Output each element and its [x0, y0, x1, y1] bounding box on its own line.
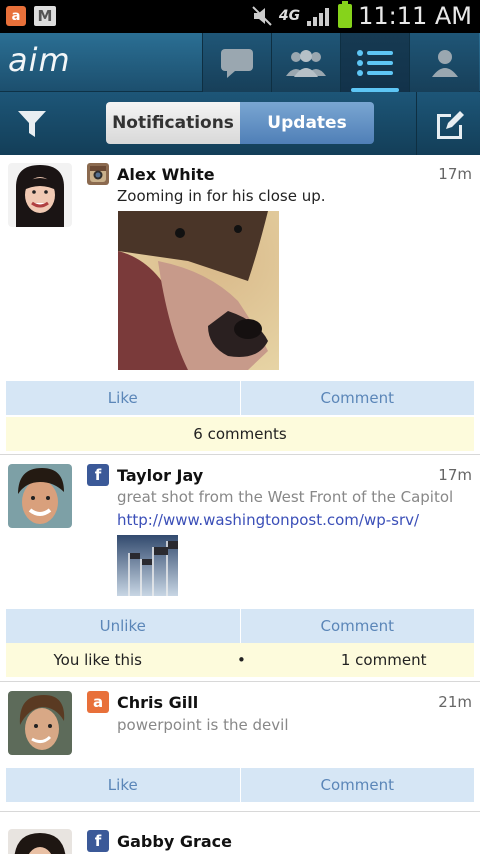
feed-item: f Taylor Jay 17m great shot from the Wes… [0, 455, 480, 682]
aim-service-icon: a [87, 691, 109, 713]
post-meta: You like this • 1 comment [6, 643, 474, 677]
compose-button[interactable] [416, 92, 480, 155]
comments-count[interactable]: 1 comment [341, 651, 427, 669]
feed-item: Alex White 17m Zooming in for his close … [0, 155, 480, 455]
gmail-notification-icon: M [34, 6, 56, 26]
author-name[interactable]: Alex White [117, 165, 215, 184]
nav-chats-button[interactable] [202, 33, 271, 92]
post-actions: Like Comment [6, 381, 474, 415]
avatar[interactable] [8, 829, 72, 854]
author-name[interactable]: Taylor Jay [117, 466, 203, 485]
updates-feed: Alex White 17m Zooming in for his close … [0, 155, 480, 854]
chat-icon [221, 48, 253, 78]
comment-button[interactable]: Comment [239, 381, 475, 415]
post-time: 21m [438, 693, 472, 711]
comments-count[interactable]: 6 comments [6, 417, 474, 451]
list-icon [357, 49, 393, 76]
post-link[interactable]: http://www.washingtonpost.com/wp-srv/ [117, 511, 419, 529]
post-photo[interactable] [118, 211, 279, 370]
nav-profile-button[interactable] [409, 33, 479, 92]
like-status[interactable]: You like this [54, 651, 142, 669]
avatar[interactable] [8, 691, 72, 755]
like-button[interactable]: Like [6, 381, 240, 415]
sub-toolbar: Notifications Updates [0, 92, 480, 155]
post-text: great shot from the West Front of the Ca… [117, 488, 454, 506]
post-actions: Like Comment [6, 768, 474, 802]
aim-notification-icon: a [6, 6, 26, 26]
post-text: powerpoint is the devil [117, 716, 289, 734]
post-time: 17m [438, 466, 472, 484]
profile-icon [431, 49, 458, 77]
signal-icon [307, 8, 330, 26]
clock: 11:11 AM [358, 2, 472, 30]
post-time: 17m [438, 165, 472, 183]
comment-button[interactable]: Comment [239, 768, 475, 802]
unlike-button[interactable]: Unlike [6, 609, 240, 643]
filter-button[interactable] [0, 92, 64, 155]
status-bar: a M 4G 11:11 AM [0, 0, 480, 33]
network-type: 4G [278, 8, 301, 24]
instagram-icon [87, 163, 109, 185]
feed-tabs: Notifications Updates [106, 102, 374, 144]
filter-icon [18, 110, 46, 137]
nav-buddies-button[interactable] [271, 33, 340, 92]
mute-icon [252, 6, 272, 26]
meta-separator: • [237, 651, 246, 669]
compose-icon [436, 110, 464, 139]
battery-icon [338, 1, 353, 28]
post-text: Zooming in for his close up. [117, 187, 326, 205]
author-name[interactable]: Gabby Grace [117, 832, 232, 851]
tab-updates[interactable]: Updates [240, 102, 374, 144]
nav-updates-button[interactable] [340, 33, 409, 92]
feed-item: f Gabby Grace [0, 812, 480, 854]
tab-notifications[interactable]: Notifications [106, 102, 240, 144]
like-button[interactable]: Like [6, 768, 240, 802]
post-actions: Unlike Comment [6, 609, 474, 643]
avatar[interactable] [8, 464, 72, 528]
aim-logo: aim [8, 41, 71, 79]
facebook-icon: f [87, 464, 109, 486]
buddies-icon [286, 49, 326, 77]
author-name[interactable]: Chris Gill [117, 693, 198, 712]
facebook-icon: f [87, 830, 109, 852]
feed-item: a Chris Gill 21m powerpoint is the devil… [0, 682, 480, 812]
top-nav: aim [0, 33, 480, 92]
comment-button[interactable]: Comment [239, 609, 475, 643]
avatar[interactable] [8, 163, 72, 227]
post-photo[interactable] [117, 535, 178, 596]
